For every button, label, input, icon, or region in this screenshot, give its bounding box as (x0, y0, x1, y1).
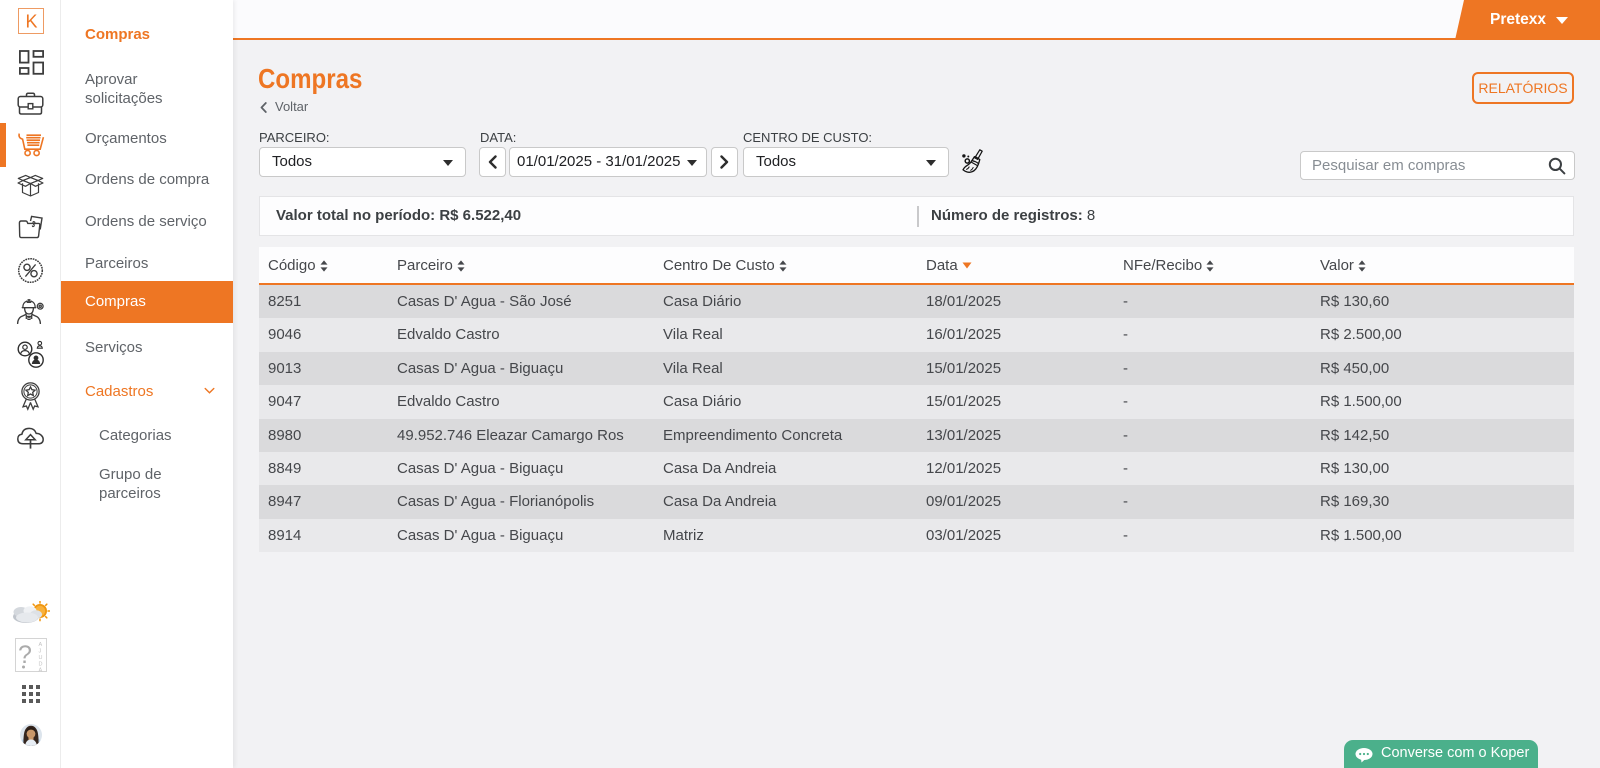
svg-text:U: U (38, 655, 42, 661)
svg-text:K: K (25, 12, 37, 32)
svg-text:?: ? (18, 641, 32, 669)
svg-text:A: A (38, 642, 42, 648)
svg-text:A: A (38, 668, 42, 673)
svg-text:J: J (38, 649, 41, 655)
